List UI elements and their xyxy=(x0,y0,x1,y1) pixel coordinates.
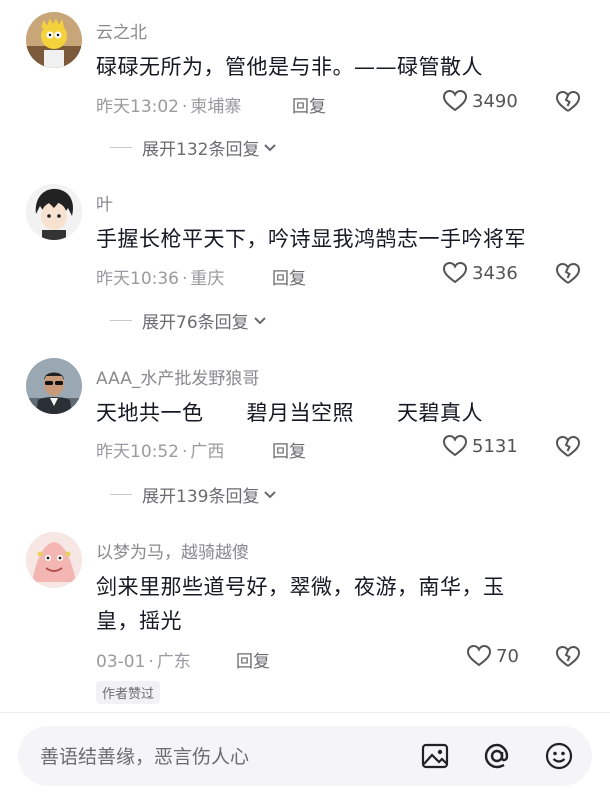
divider xyxy=(0,712,610,713)
avatar-image xyxy=(26,358,82,414)
image-icon[interactable] xyxy=(420,741,450,771)
meta-separator: · xyxy=(182,442,188,462)
avatar[interactable] xyxy=(26,532,82,588)
avatar-image xyxy=(26,12,82,68)
avatar-image xyxy=(26,184,82,240)
smiley-icon[interactable] xyxy=(544,741,574,771)
comment-meta: 昨天10:52 · 广西 xyxy=(96,437,224,462)
avatar-image xyxy=(26,532,82,588)
expand-replies-button[interactable]: 展开132条回复 xyxy=(110,135,277,160)
reply-button[interactable]: 回复 xyxy=(292,92,326,117)
chevron-down-icon xyxy=(264,143,277,151)
like-button[interactable]: 3436 xyxy=(442,261,518,285)
like-button[interactable]: 3490 xyxy=(442,89,518,113)
broken-heart-icon[interactable] xyxy=(555,645,581,669)
like-button[interactable]: 5131 xyxy=(442,434,518,458)
expand-replies-label: 展开76条回复 xyxy=(142,313,249,333)
expand-replies-button[interactable]: 展开139条回复 xyxy=(110,482,277,507)
chevron-down-icon xyxy=(264,490,277,498)
at-icon[interactable] xyxy=(482,741,512,771)
comment-username[interactable]: AAA_水产批发野狼哥 xyxy=(96,364,259,389)
heart-outline-icon xyxy=(442,89,468,112)
like-count: 70 xyxy=(496,645,519,667)
comment-text: 手握长枪平天下，吟诗显我鸿鹄志一手吟将军 xyxy=(96,227,526,251)
comment-meta: 昨天10:36 · 重庆 xyxy=(96,264,224,289)
broken-heart-icon[interactable] xyxy=(555,435,581,459)
comment-location: 广东 xyxy=(156,652,191,672)
comment-input[interactable] xyxy=(38,726,402,788)
meta-separator: · xyxy=(182,269,188,289)
avatar[interactable] xyxy=(26,184,82,240)
comment-username[interactable]: 以梦为马，越骑越傻 xyxy=(96,538,249,563)
comment-location: 广西 xyxy=(190,442,225,462)
broken-heart-icon[interactable] xyxy=(555,90,581,114)
comment-text: 碌碌无所为，管他是与非。——碌管散人 xyxy=(96,55,483,79)
expand-replies-label: 展开132条回复 xyxy=(142,140,260,160)
broken-heart-icon[interactable] xyxy=(555,262,581,286)
chevron-down-icon xyxy=(253,316,266,324)
divider-line xyxy=(110,320,132,321)
comment-username[interactable]: 云之北 xyxy=(96,18,147,43)
like-button[interactable]: 70 xyxy=(466,644,519,668)
avatar[interactable] xyxy=(26,12,82,68)
heart-outline-icon xyxy=(442,261,468,284)
divider-line xyxy=(110,147,132,148)
comment-username[interactable]: 叶 xyxy=(96,190,113,215)
like-count: 3436 xyxy=(472,262,518,284)
heart-outline-icon xyxy=(466,644,492,667)
comment-text: 剑来里那些道号好，翠微，夜游，南华，玉皇，摇光 xyxy=(96,575,505,633)
like-count: 3490 xyxy=(472,90,518,112)
comment-location: 重庆 xyxy=(190,269,225,289)
author-liked-badge: 作者赞过 xyxy=(96,681,161,704)
heart-outline-icon xyxy=(442,434,468,457)
expand-replies-button[interactable]: 展开76条回复 xyxy=(110,308,267,333)
comment-meta: 昨天13:02 · 柬埔寨 xyxy=(96,92,241,117)
comment-date: 03-01 xyxy=(96,652,146,672)
reply-button[interactable]: 回复 xyxy=(236,647,270,672)
comment-location: 柬埔寨 xyxy=(190,97,242,117)
meta-separator: · xyxy=(182,97,188,117)
reply-button[interactable]: 回复 xyxy=(272,437,306,462)
comment-text: 天地共一色 碧月当空照 天碧真人 xyxy=(96,401,483,425)
like-count: 5131 xyxy=(472,435,518,457)
comment-date: 昨天13:02 xyxy=(96,97,179,117)
divider-line xyxy=(110,494,132,495)
comment-input-bar xyxy=(18,726,592,788)
reply-button[interactable]: 回复 xyxy=(272,264,306,289)
expand-replies-label: 展开139条回复 xyxy=(142,487,260,507)
avatar[interactable] xyxy=(26,358,82,414)
comment-date: 昨天10:36 xyxy=(96,269,179,289)
comment-date: 昨天10:52 xyxy=(96,442,179,462)
comment-meta: 03-01 · 广东 xyxy=(96,647,191,672)
meta-separator: · xyxy=(148,652,154,672)
